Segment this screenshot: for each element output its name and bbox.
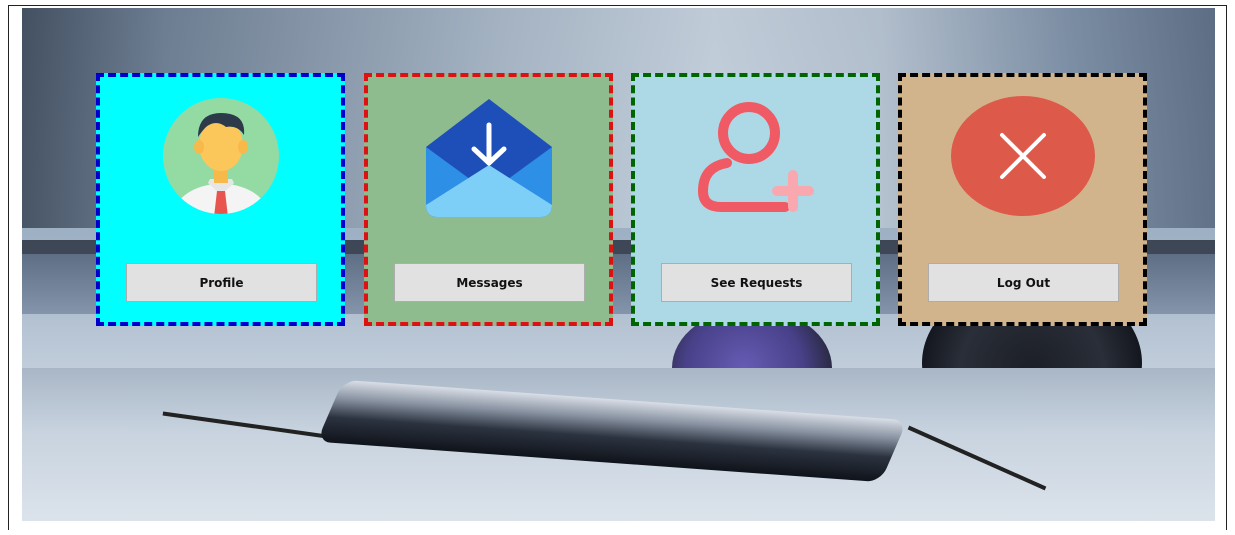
- close-circle-icon: [948, 95, 1098, 217]
- log-out-button[interactable]: Log Out: [928, 263, 1119, 302]
- mail-download-icon: [414, 95, 564, 217]
- messages-card: Messages: [364, 73, 613, 326]
- user-avatar-icon: [146, 95, 296, 217]
- see-requests-button[interactable]: See Requests: [661, 263, 852, 302]
- profile-card: Profile: [96, 73, 345, 326]
- messages-button[interactable]: Messages: [394, 263, 585, 302]
- requests-card: See Requests: [631, 73, 880, 326]
- profile-button[interactable]: Profile: [126, 263, 317, 302]
- add-user-icon: [681, 95, 831, 217]
- logout-card: Log Out: [898, 73, 1147, 326]
